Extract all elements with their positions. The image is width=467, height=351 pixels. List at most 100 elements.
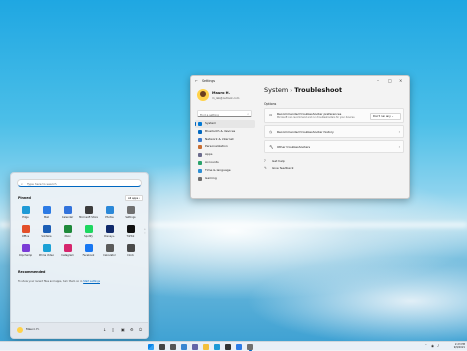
settings-window[interactable]: ← Settings – □ × Mauro H. m_lab@outlook.…	[190, 75, 410, 199]
app-icon	[63, 244, 72, 252]
settings-icon[interactable]	[247, 343, 253, 350]
nav-item-personalization[interactable]: Personalization	[195, 143, 255, 151]
link-label: Get help	[272, 159, 285, 163]
troubleshooter-preferences-card[interactable]: ▭ Recommended troubleshooter preferences…	[264, 108, 404, 123]
nav-item-network-internet[interactable]: Network & internet	[195, 136, 255, 144]
nav-item-accounts[interactable]: Accounts	[195, 159, 255, 167]
nav-icon	[198, 168, 202, 173]
avatar[interactable]	[197, 89, 209, 101]
nav-icon	[198, 176, 202, 181]
app-tile-edge[interactable]: Edge	[15, 206, 36, 225]
nav-item-label: Gaming	[205, 175, 217, 180]
widgets-icon[interactable]	[181, 343, 187, 350]
edge-icon[interactable]	[214, 343, 220, 350]
help-links: ? Get help ✎ Give feedback	[264, 158, 404, 172]
app-label: Microsoft Store	[79, 216, 98, 219]
app-tile-calculator[interactable]: Calculator	[99, 244, 120, 263]
app-tile-clipchamp[interactable]: Clipchamp	[15, 244, 36, 263]
troubleshooter-history-card[interactable]: ◷ Recommended troubleshooter history ›	[264, 125, 404, 138]
dropdown-value: Don't run any	[373, 114, 391, 118]
app-icon	[21, 244, 30, 252]
profile-card[interactable]: Mauro H. m_lab@outlook.com	[197, 89, 257, 107]
nav-item-bluetooth-devices[interactable]: Bluetooth & devices	[195, 128, 255, 136]
nav-item-gaming[interactable]: Gaming	[195, 175, 255, 183]
give-feedback-link[interactable]: ✎ Give feedback	[264, 165, 404, 172]
app-tile-tiktok[interactable]: TikTok	[120, 225, 141, 244]
app-icon	[21, 225, 30, 233]
app-tile-clock[interactable]: Clock	[120, 244, 141, 263]
app-tile-facebook[interactable]: Facebook	[78, 244, 99, 263]
app-tile-mail[interactable]: Mail	[36, 206, 57, 225]
app-tile-calendar[interactable]: Calendar	[57, 206, 78, 225]
app-icon	[63, 225, 72, 233]
app-label: Settings	[125, 216, 136, 219]
windows-icon[interactable]	[148, 343, 154, 350]
other-troubleshooters-card[interactable]: 🔧︎ Other troubleshooters ›	[264, 140, 404, 153]
app-label: TikTok	[126, 235, 135, 238]
app-icon	[84, 206, 93, 214]
app-label: Clock	[127, 254, 134, 257]
minimize-icon[interactable]: –	[377, 78, 379, 83]
nav-item-label: Time & language	[205, 167, 231, 172]
start-menu: ⌕ Type here to search Pinned All apps › …	[10, 172, 149, 339]
nav-icon	[198, 153, 202, 158]
file-explorer-icon[interactable]	[203, 343, 209, 350]
app-icon	[42, 225, 51, 233]
start-footer: Mauro H. ↓ ▯ ▣ ⚙ ⏻	[11, 322, 148, 338]
card-title: Other troubleshooters	[277, 144, 311, 149]
app-tile-settings[interactable]: Settings	[120, 206, 141, 225]
breadcrumb: System › Troubleshoot	[264, 86, 404, 96]
app-icon	[63, 206, 72, 214]
pictures-icon[interactable]: ▣	[121, 327, 125, 332]
task-view-icon[interactable]	[170, 343, 176, 350]
settings-gear-icon[interactable]: ⚙	[130, 327, 134, 332]
network-icon[interactable]: ◉	[431, 344, 434, 348]
chat-icon[interactable]	[192, 343, 198, 350]
app-tile-solitaire[interactable]: Solitaire	[36, 225, 57, 244]
maximize-icon[interactable]: □	[388, 78, 392, 83]
nav-item-time-language[interactable]: Time & language	[195, 167, 255, 175]
get-help-link[interactable]: ? Get help	[264, 158, 404, 165]
app-tile-disney[interactable]: Disney+	[99, 225, 120, 244]
feedback-icon: ✎	[264, 166, 267, 170]
app-label: Disney+	[104, 235, 115, 238]
nav-icon	[198, 145, 202, 150]
troubleshooter-preference-dropdown[interactable]: Don't run any ⌄	[370, 112, 401, 120]
app-label: Clipchamp	[18, 254, 33, 257]
app-tile-photos[interactable]: Photos	[99, 206, 120, 225]
app-tile-office[interactable]: Office	[15, 225, 36, 244]
download-icon[interactable]: ↓	[103, 327, 106, 332]
close-icon[interactable]: ×	[399, 78, 402, 83]
recommended-text: To show your recent files and apps, turn…	[18, 280, 84, 283]
settings-search-input[interactable]: Find a setting ⌕	[197, 110, 252, 117]
start-search-input[interactable]: ⌕ Type here to search	[17, 179, 142, 187]
user-avatar[interactable]	[17, 327, 23, 333]
app-tile-prime-video[interactable]: Prime Video	[36, 244, 57, 263]
app-label: Mail	[43, 216, 50, 219]
app-tile-microsoft-store[interactable]: Microsoft Store	[78, 206, 99, 225]
mail-icon[interactable]	[236, 343, 242, 350]
power-icon[interactable]: ⏻	[139, 327, 142, 332]
app-tile-instagram[interactable]: Instagram	[57, 244, 78, 263]
breadcrumb-parent[interactable]: System	[264, 86, 288, 94]
nav-item-system[interactable]: System	[195, 120, 255, 128]
volume-icon[interactable]: ♪	[437, 344, 439, 348]
nav-item-apps[interactable]: Apps	[195, 151, 255, 159]
documents-icon[interactable]: ▯	[112, 327, 114, 332]
chevron-up-icon[interactable]: ˄	[425, 344, 427, 348]
user-name[interactable]: Mauro H.	[26, 327, 39, 331]
clock[interactable]: 2:23 PM 9/9/2021	[443, 343, 465, 350]
store-icon[interactable]	[225, 343, 231, 350]
back-arrow-icon[interactable]: ←	[195, 79, 198, 83]
app-tile-xbox[interactable]: Xbox	[57, 225, 78, 244]
app-tile-spotify[interactable]: Spotify	[78, 225, 99, 244]
page-dots-icon[interactable]: • ◦	[144, 227, 146, 235]
profile-name: Mauro H.	[212, 91, 230, 95]
app-icon	[21, 206, 30, 214]
wrench-icon: 🔧︎	[269, 145, 274, 149]
all-apps-button[interactable]: All apps ›	[125, 195, 144, 201]
nav-item-label: Personalization	[205, 144, 228, 149]
app-label: Calendar	[61, 216, 74, 219]
start-settings-link[interactable]: Start settings	[83, 280, 100, 283]
search-icon[interactable]	[159, 343, 165, 350]
